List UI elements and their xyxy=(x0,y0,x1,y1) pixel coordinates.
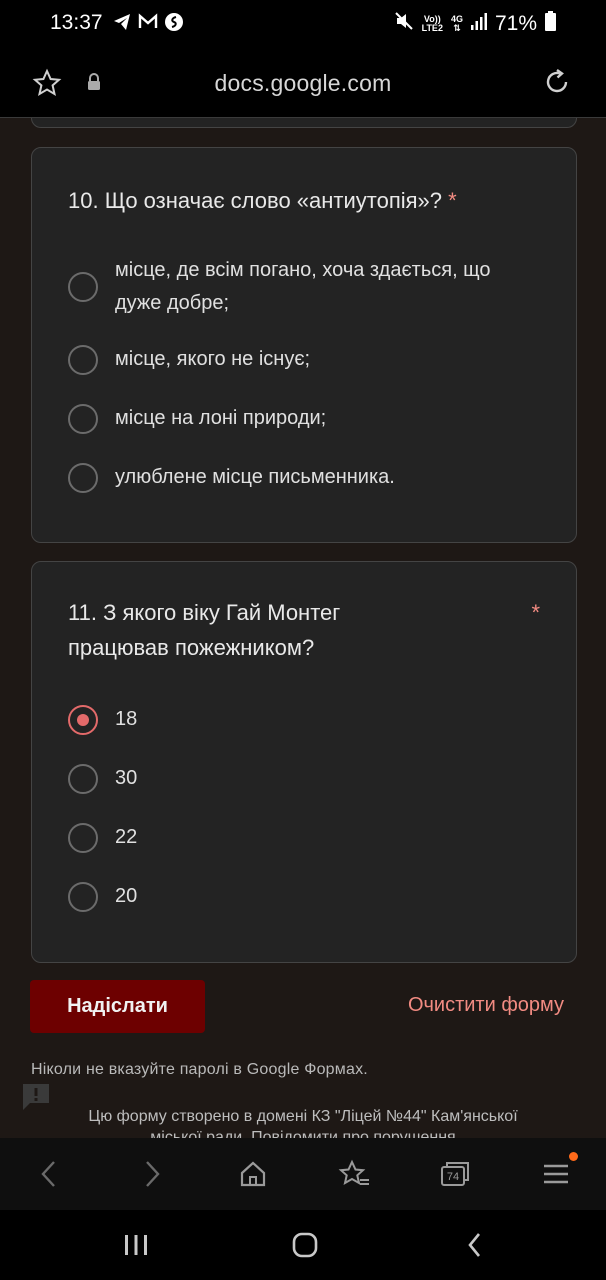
home-button-icon[interactable] xyxy=(285,1230,325,1260)
status-left-icons xyxy=(112,12,184,38)
clear-form-button[interactable]: Очистити форму xyxy=(408,994,564,1017)
signal-icon xyxy=(470,12,487,36)
bookmarks-icon[interactable] xyxy=(336,1156,372,1192)
option-q11-4[interactable]: 20 xyxy=(68,880,540,913)
radio-button-selected[interactable] xyxy=(68,704,98,735)
required-asterisk: * xyxy=(531,600,540,625)
option-q11-3[interactable]: 22 xyxy=(68,821,540,854)
footer-line-1: Цю форму створено в домені КЗ "Ліцей №44… xyxy=(88,1108,518,1125)
radio-button[interactable] xyxy=(68,344,98,375)
required-asterisk: * xyxy=(448,188,457,213)
previous-question-card xyxy=(31,118,577,128)
browser-toolbar: 74 xyxy=(0,1138,606,1210)
reload-icon[interactable] xyxy=(542,67,572,102)
question-title: 11. З якого віку Гай Монтег працював пож… xyxy=(68,600,341,660)
volte-indicator: Vo)) LTE2 xyxy=(421,14,443,33)
option-label: місце на лоні природи; xyxy=(115,407,327,429)
address-bar[interactable]: docs.google.com xyxy=(0,48,606,118)
status-bar: 13:37 Vo)) LTE2 4G ⇅ 71% xyxy=(0,0,606,48)
recent-apps-icon[interactable] xyxy=(116,1230,156,1260)
submit-button[interactable]: Надіслати xyxy=(30,980,205,1033)
option-q10-3[interactable]: місце на лоні природи; xyxy=(68,402,540,435)
tabs-icon[interactable]: 74 xyxy=(437,1156,473,1192)
tabs-count: 74 xyxy=(447,1171,459,1183)
question-card-11: 11. З якого віку Гай Монтег працював пож… xyxy=(31,561,577,963)
url-text[interactable]: docs.google.com xyxy=(0,70,606,97)
network-type-indicator: 4G ⇅ xyxy=(450,14,463,33)
menu-notification-dot xyxy=(569,1152,578,1161)
question-title: 10. Що означає слово «антиутопія»? * xyxy=(68,188,457,213)
system-navigation-bar xyxy=(0,1210,606,1280)
battery-icon xyxy=(545,11,556,37)
battery-percent: 71% xyxy=(494,12,537,35)
home-icon[interactable] xyxy=(235,1156,271,1192)
gmail-icon xyxy=(138,12,158,38)
password-warning: Ніколи не вказуйте паролі в Google Форма… xyxy=(31,1061,368,1078)
option-label: місце, якого не існує; xyxy=(115,348,311,370)
option-label: 18 xyxy=(115,708,138,730)
radio-button[interactable] xyxy=(68,822,98,853)
menu-icon[interactable] xyxy=(538,1156,574,1192)
report-feedback-icon[interactable] xyxy=(20,1082,52,1117)
radio-button[interactable] xyxy=(68,272,98,302)
option-label: 30 xyxy=(115,767,138,789)
option-label: місце, де всім погано, хоча здається, що… xyxy=(115,259,491,314)
option-q11-1[interactable]: 18 xyxy=(68,703,540,736)
radio-button[interactable] xyxy=(68,462,98,493)
system-back-icon[interactable] xyxy=(455,1230,495,1260)
option-q10-4[interactable]: улюблене місце письменника. xyxy=(68,461,540,494)
status-time: 13:37 xyxy=(50,11,103,34)
shazam-icon xyxy=(164,12,184,38)
forward-arrow-icon[interactable] xyxy=(134,1156,170,1192)
option-q11-2[interactable]: 30 xyxy=(68,762,540,795)
telegram-icon xyxy=(112,12,132,38)
radio-button[interactable] xyxy=(68,763,98,794)
radio-button[interactable] xyxy=(68,881,98,912)
radio-button[interactable] xyxy=(68,403,98,434)
footer-report-link[interactable]: міської ради. Повідомити про порушення xyxy=(50,1127,556,1138)
back-arrow-icon[interactable] xyxy=(31,1156,67,1192)
option-q10-2[interactable]: місце, якого не існує; xyxy=(68,343,540,376)
status-right-icons: Vo)) LTE2 4G ⇅ 71% xyxy=(394,11,556,37)
mute-icon xyxy=(394,11,414,37)
option-label: 20 xyxy=(115,885,138,907)
domain-footer: Цю форму створено в домені КЗ "Ліцей №44… xyxy=(50,1106,556,1138)
option-label: 22 xyxy=(115,826,138,848)
option-label: улюблене місце письменника. xyxy=(115,466,395,488)
form-content[interactable]: 10. Що означає слово «антиутопія»? * міс… xyxy=(0,118,606,1138)
question-card-10: 10. Що означає слово «антиутопія»? * міс… xyxy=(31,147,577,543)
option-q10-1[interactable]: місце, де всім погано, хоча здається, що… xyxy=(68,254,540,320)
